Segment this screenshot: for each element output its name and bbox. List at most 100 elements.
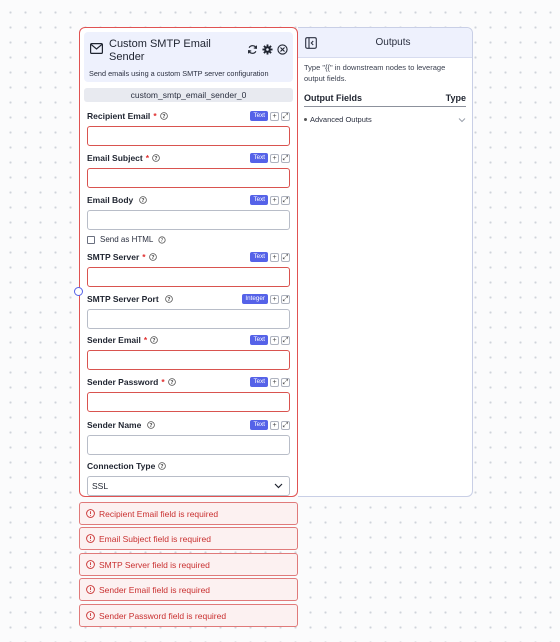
field-smtp-server: SMTP Server * ? Text + ⤢ bbox=[87, 251, 290, 287]
svg-text:?: ? bbox=[161, 464, 164, 470]
field-label: SMTP Server bbox=[87, 252, 140, 262]
expand-icon[interactable]: ⤢ bbox=[281, 420, 290, 430]
expand-icon[interactable]: ⤢ bbox=[281, 335, 290, 345]
error-text: Email Subject field is required bbox=[99, 533, 211, 544]
email-subject-input[interactable] bbox=[87, 168, 290, 188]
required-marker: * bbox=[161, 377, 165, 387]
help-icon[interactable]: ? bbox=[139, 196, 148, 204]
recipient-email-input[interactable] bbox=[87, 126, 290, 146]
plus-icon[interactable]: + bbox=[270, 153, 279, 163]
alert-circle-icon bbox=[86, 534, 95, 543]
send-as-html-label: Send as HTML bbox=[100, 235, 154, 244]
field-label: Email Body bbox=[87, 195, 134, 205]
sender-name-input[interactable] bbox=[87, 435, 290, 455]
refresh-icon[interactable] bbox=[247, 44, 258, 55]
expand-icon[interactable]: ⤢ bbox=[281, 294, 290, 304]
type-badge: Text bbox=[250, 111, 268, 121]
output-fields-col: Output Fields bbox=[304, 93, 362, 103]
help-icon[interactable]: ? bbox=[152, 154, 160, 162]
error-text: Sender Email field is required bbox=[99, 584, 211, 595]
help-icon[interactable]: ? bbox=[164, 295, 173, 303]
node-id-badge: custom_smtp_email_sender_0 bbox=[84, 88, 293, 102]
bullet-icon bbox=[304, 118, 307, 121]
smtp-server-input[interactable] bbox=[87, 267, 290, 287]
outputs-panel: Outputs Type "{{" in downstream nodes to… bbox=[298, 27, 473, 497]
svg-text:?: ? bbox=[161, 237, 164, 243]
field-sender-email: Sender Email * ? Text + ⤢ bbox=[87, 334, 290, 370]
help-icon[interactable]: ? bbox=[159, 112, 168, 120]
svg-text:?: ? bbox=[151, 255, 154, 261]
plus-icon[interactable]: + bbox=[270, 252, 279, 262]
type-badge: Text bbox=[250, 252, 268, 262]
required-marker: * bbox=[153, 111, 157, 121]
mail-icon bbox=[90, 43, 103, 54]
help-icon[interactable]: ? bbox=[167, 378, 176, 386]
input-handle[interactable] bbox=[74, 287, 83, 296]
svg-text:?: ? bbox=[153, 338, 156, 344]
sender-email-input[interactable] bbox=[87, 350, 290, 370]
error-message: Sender Email field is required bbox=[79, 578, 298, 601]
svg-text:?: ? bbox=[142, 198, 145, 204]
advanced-outputs-label: Advanced Outputs bbox=[310, 115, 372, 124]
expand-icon[interactable]: ⤢ bbox=[281, 153, 290, 163]
connection-type-select[interactable]: SSL bbox=[87, 476, 290, 496]
plus-icon[interactable]: + bbox=[270, 377, 279, 387]
plus-icon[interactable]: + bbox=[270, 195, 279, 205]
field-email-body: Email Body ? Text + ⤢ bbox=[87, 194, 290, 230]
sender-password-input[interactable] bbox=[87, 392, 290, 412]
node-description: Send emails using a custom SMTP server c… bbox=[89, 69, 269, 78]
outputs-hint: Type "{{" in downstream nodes to leverag… bbox=[304, 63, 446, 83]
error-text: SMTP Server field is required bbox=[99, 559, 210, 570]
advanced-outputs-toggle[interactable]: Advanced Outputs bbox=[304, 115, 466, 124]
output-fields-header: Output Fields Type bbox=[304, 93, 466, 107]
smtp-node[interactable]: Custom SMTP Email Sender Send emails usi… bbox=[79, 27, 298, 497]
field-label: Sender Name bbox=[87, 420, 142, 430]
field-recipient-email: Recipient Email * ? Text + ⤢ bbox=[87, 110, 290, 146]
field-label: Connection Type bbox=[87, 461, 156, 471]
type-badge: Integer bbox=[242, 294, 268, 304]
required-marker: * bbox=[143, 335, 148, 345]
help-icon[interactable]: ? bbox=[147, 421, 156, 429]
smtp-server-port-input[interactable] bbox=[87, 309, 290, 329]
chevron-down-icon bbox=[274, 483, 283, 489]
plus-icon[interactable]: + bbox=[270, 111, 279, 121]
required-marker: * bbox=[142, 252, 146, 262]
svg-text:?: ? bbox=[170, 380, 173, 386]
send-as-html-checkbox[interactable] bbox=[87, 235, 95, 244]
type-badge: Text bbox=[250, 335, 268, 345]
type-badge: Text bbox=[250, 420, 268, 430]
help-icon[interactable]: ? bbox=[158, 462, 167, 470]
help-icon[interactable]: ? bbox=[158, 235, 166, 244]
error-text: Sender Password field is required bbox=[99, 610, 227, 621]
expand-icon[interactable]: ⤢ bbox=[281, 377, 290, 387]
error-message: Sender Password field is required bbox=[79, 604, 298, 627]
gear-icon[interactable] bbox=[262, 44, 273, 55]
field-sender-password: Sender Password * ? Text + ⤢ bbox=[87, 376, 290, 412]
field-label: Recipient Email bbox=[87, 111, 151, 121]
svg-text:?: ? bbox=[167, 297, 170, 303]
close-circle-icon[interactable] bbox=[277, 44, 288, 55]
expand-icon[interactable]: ⤢ bbox=[281, 252, 290, 262]
error-message: Email Subject field is required bbox=[79, 527, 298, 550]
help-icon[interactable]: ? bbox=[148, 253, 157, 261]
send-as-html-row[interactable]: Send as HTML ? bbox=[87, 235, 166, 244]
error-text: Recipient Email field is required bbox=[99, 508, 219, 519]
expand-icon[interactable]: ⤢ bbox=[281, 111, 290, 121]
type-badge: Text bbox=[250, 195, 268, 205]
connection-type-value: SSL bbox=[92, 481, 109, 491]
chevron-down-icon bbox=[458, 117, 466, 122]
error-message: Recipient Email field is required bbox=[79, 502, 298, 525]
node-title: Custom SMTP Email Sender bbox=[109, 38, 211, 63]
plus-icon[interactable]: + bbox=[270, 335, 279, 345]
node-header: Custom SMTP Email Sender Send emails usi… bbox=[84, 32, 293, 82]
plus-icon[interactable]: + bbox=[270, 294, 279, 304]
email-body-input[interactable] bbox=[87, 210, 290, 230]
field-sender-name: Sender Name ? Text + ⤢ bbox=[87, 419, 290, 455]
plus-icon[interactable]: + bbox=[270, 420, 279, 430]
field-smtp-server-port: SMTP Server Port ? Integer + ⤢ bbox=[87, 293, 290, 329]
help-icon[interactable]: ? bbox=[150, 336, 158, 344]
outputs-title: Outputs bbox=[375, 37, 411, 48]
field-label: SMTP Server Port bbox=[87, 294, 159, 304]
expand-icon[interactable]: ⤢ bbox=[281, 195, 290, 205]
alert-circle-icon bbox=[86, 585, 95, 594]
